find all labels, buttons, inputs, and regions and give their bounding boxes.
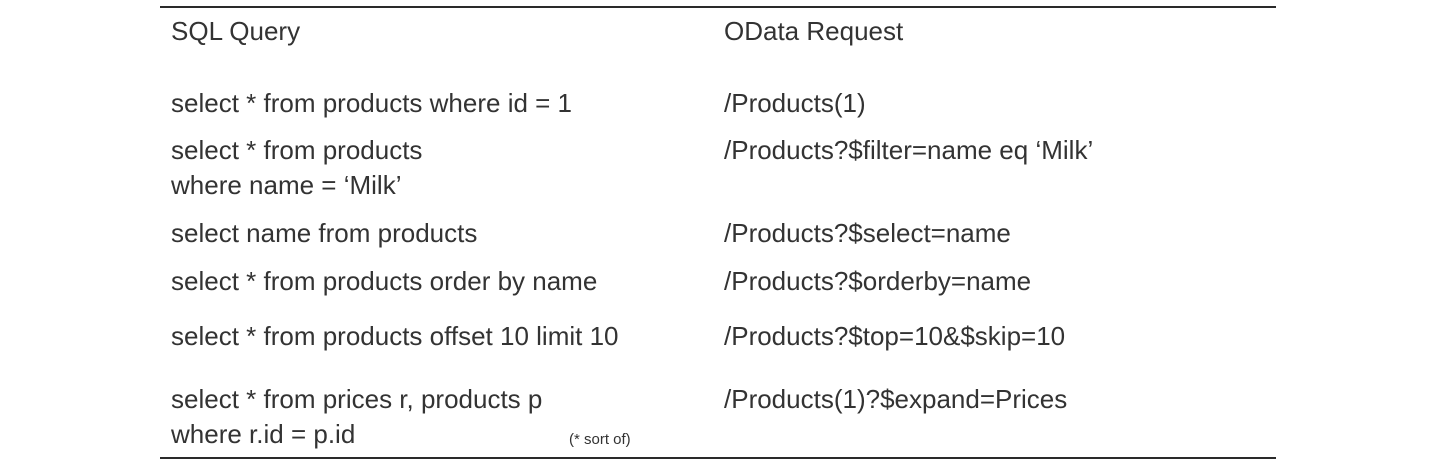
odata-cell-6: /Products(1)?$expand=Prices — [724, 384, 1068, 414]
sql-line: select * from products offset 10 limit 1… — [171, 321, 619, 351]
table-top-rule — [160, 6, 1276, 8]
sql-cell-3: select name from products — [171, 216, 477, 251]
sql-cell-4: select * from products order by name — [171, 264, 597, 299]
odata-cell-2: /Products?$filter=name eq ‘Milk’ — [724, 135, 1094, 165]
sql-line: select * from products — [171, 135, 423, 165]
sql-cell-1: select * from products where id = 1 — [171, 86, 572, 121]
odata-cell-4: /Products?$orderby=name — [724, 266, 1032, 296]
sql-line: select * from products where id = 1 — [171, 88, 573, 118]
sql-cell-5: select * from products offset 10 limit 1… — [171, 319, 619, 354]
odata-cell-3: /Products?$select=name — [724, 218, 1011, 248]
sql-line: select * from products order by name — [171, 266, 598, 296]
header-sql-query: SQL Query — [171, 16, 301, 46]
sql-cell-2: select * from products where name = ‘Mil… — [171, 133, 422, 203]
sql-line: where name = ‘Milk’ — [171, 170, 402, 200]
sql-cell-6: select * from prices r, products p where… — [171, 382, 542, 452]
table-bottom-rule — [160, 457, 1276, 459]
odata-cell-5: /Products?$top=10&$skip=10 — [724, 321, 1066, 351]
sql-line: select * from prices r, products p — [171, 384, 543, 414]
footnote-sort-of: (* sort of) — [569, 431, 631, 448]
sql-line: where r.id = p.id — [171, 419, 356, 449]
header-odata-request: OData Request — [724, 16, 904, 46]
odata-cell-1: /Products(1) — [724, 88, 866, 118]
sql-line: select name from products — [171, 218, 478, 248]
